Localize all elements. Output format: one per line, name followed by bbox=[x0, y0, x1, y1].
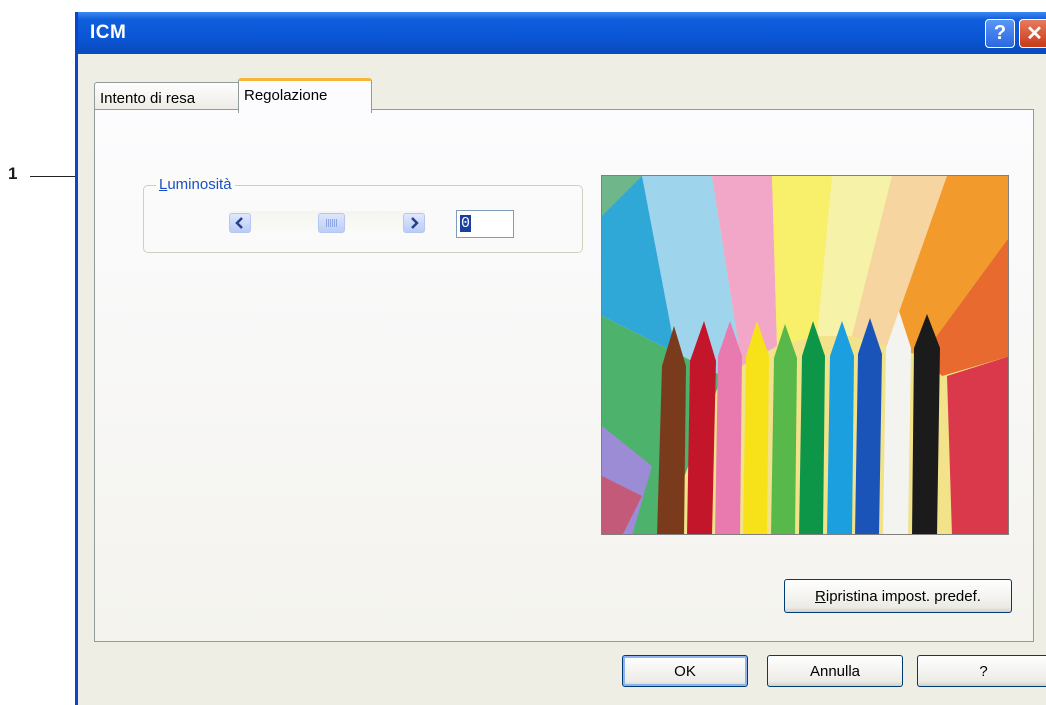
window-title: ICM bbox=[90, 22, 127, 43]
scroll-left-button[interactable] bbox=[229, 213, 251, 233]
close-icon: ✕ bbox=[1026, 23, 1043, 45]
tab-intento-di-resa[interactable]: Intento di resa bbox=[94, 82, 240, 110]
reset-defaults-button[interactable]: Ripristina impost. predef. bbox=[784, 579, 1012, 613]
help-title-button[interactable]: ? bbox=[985, 19, 1015, 48]
scroll-right-button[interactable] bbox=[403, 213, 425, 233]
cancel-button[interactable]: Annulla bbox=[767, 655, 903, 687]
brightness-slider[interactable] bbox=[229, 211, 425, 235]
crayons-preview bbox=[602, 176, 1008, 534]
preview-image bbox=[601, 175, 1009, 535]
grip-icon bbox=[326, 219, 337, 227]
tab-regolazione[interactable]: Regolazione bbox=[238, 78, 372, 113]
ok-button[interactable]: OK bbox=[622, 655, 748, 687]
icm-dialog: ICM ? ✕ Intento di resa Regolazione Lumi… bbox=[75, 12, 1046, 705]
tab-panel-regolazione: Luminosità 0 R ipristina impost. predef. bbox=[94, 109, 1034, 642]
help-button[interactable]: ? bbox=[917, 655, 1046, 687]
chevron-left-icon bbox=[235, 217, 243, 229]
brightness-label: Luminosità bbox=[156, 176, 235, 193]
callout-number: 1 bbox=[8, 164, 18, 183]
brightness-group: Luminosità 0 bbox=[143, 176, 583, 253]
close-button[interactable]: ✕ bbox=[1019, 19, 1046, 48]
slider-thumb[interactable] bbox=[318, 213, 345, 233]
chevron-right-icon bbox=[411, 217, 419, 229]
title-bar[interactable]: ICM ? ✕ bbox=[78, 12, 1046, 54]
brightness-value-input[interactable]: 0 bbox=[456, 210, 514, 238]
